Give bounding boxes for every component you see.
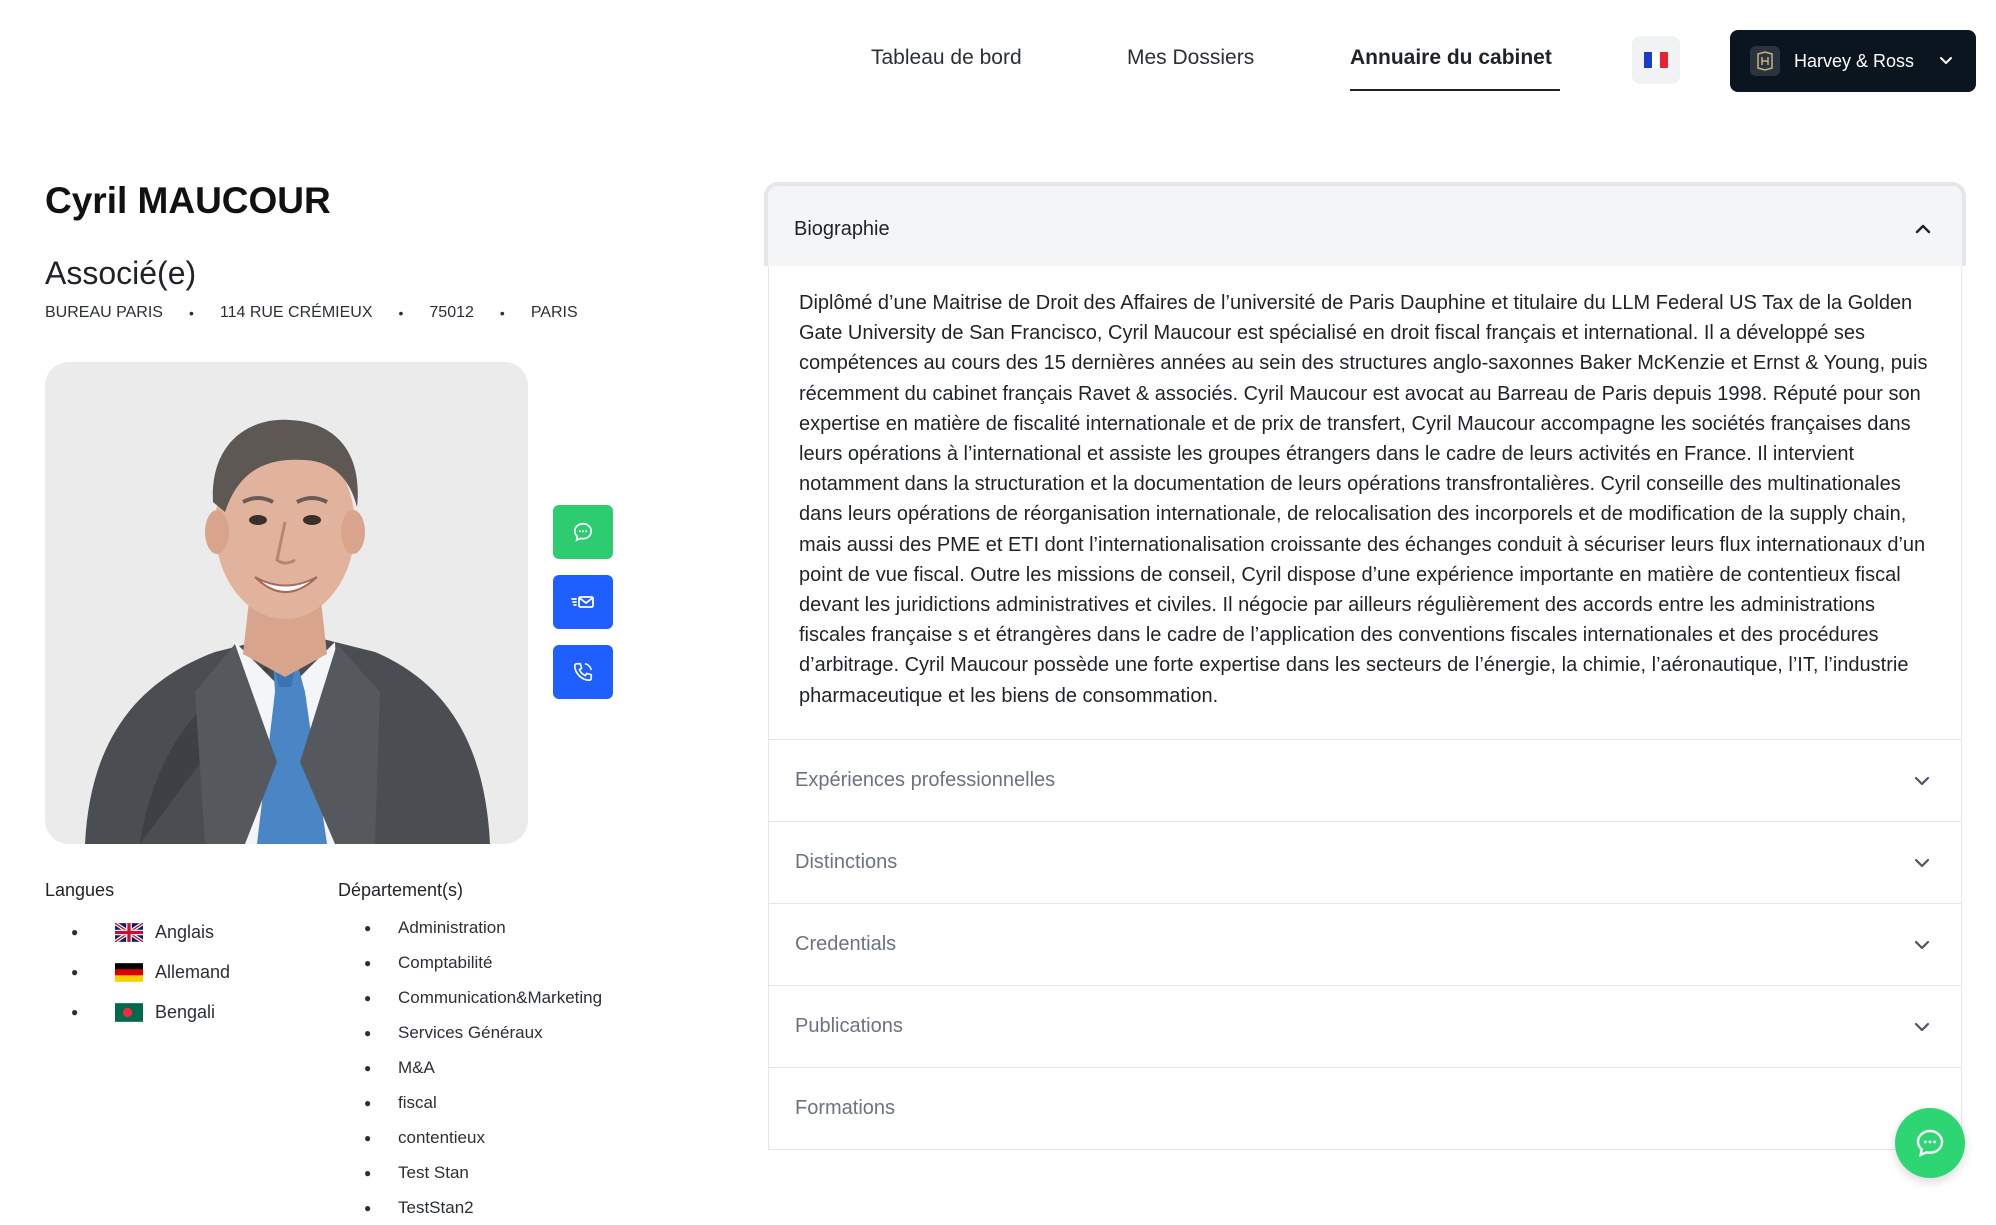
list-item: ● M&A xyxy=(364,1057,435,1077)
list-item: ● Anglais xyxy=(71,921,215,942)
list-item: ● Communication&Marketing xyxy=(364,987,603,1007)
top-navigation: Tableau de bord Mes Dossiers Annuaire du… xyxy=(0,0,1996,120)
email-icon xyxy=(571,596,594,608)
language-label: Allemand xyxy=(155,961,231,982)
bangladesh-flag-icon xyxy=(115,1002,143,1022)
language-switcher[interactable] xyxy=(1632,36,1680,84)
language-label: Anglais xyxy=(155,921,215,942)
accordion-title: Distinctions xyxy=(795,850,898,873)
list-item: ● TestStan2 xyxy=(364,1197,474,1217)
departments-title: Département(s) xyxy=(338,880,464,900)
firm-name: Harvey & Ross xyxy=(1794,50,1915,71)
department-label: fiscal xyxy=(398,1092,437,1112)
department-label: TestStan2 xyxy=(398,1197,474,1217)
list-item: ● Allemand xyxy=(71,961,231,982)
chevron-down-icon xyxy=(1914,858,1930,867)
list-item: ● Administration xyxy=(364,917,506,937)
chevron-down-icon xyxy=(1914,776,1930,785)
chat-bubble-icon xyxy=(573,522,593,542)
department-label: Services Généraux xyxy=(398,1022,543,1042)
france-flag-icon xyxy=(1644,52,1668,68)
accordion-title: Expériences professionnelles xyxy=(795,768,1056,791)
list-item: ● Test Stan xyxy=(364,1162,469,1182)
chevron-up-icon xyxy=(1915,224,1931,234)
uk-flag-icon xyxy=(115,922,143,942)
accordion-header-publications[interactable]: Publications xyxy=(768,985,1962,1068)
language-label: Bengali xyxy=(155,1001,216,1022)
list-item: ● fiscal xyxy=(364,1092,437,1112)
accordion-title: Biographie xyxy=(794,218,890,240)
nav-link-firm-directory[interactable]: Annuaire du cabinet xyxy=(1350,46,1552,70)
departments-list: ● Administration ● Comptabilité ● Communica… xyxy=(338,910,698,1225)
biography-text: Diplômé d’une Maitrise de Droit des Affa… xyxy=(768,266,1962,739)
profile-accordion: Biographie Diplômé d’une Maitrise de Dro… xyxy=(764,182,1966,1150)
department-label: Comptabilité xyxy=(398,952,493,972)
department-label: contentieux xyxy=(398,1127,485,1147)
languages-list: ● Anglais ● Allemand ● Bengali xyxy=(45,912,305,1032)
nav-link-my-files[interactable]: Mes Dossiers xyxy=(1127,46,1254,70)
person-name: Cyril MAUCOUR xyxy=(45,180,331,221)
firm-selector[interactable]: Harvey & Ross xyxy=(1730,30,1976,92)
chat-bubble-icon xyxy=(1916,1129,1944,1158)
accordion-header-experiences[interactable]: Expériences professionnelles xyxy=(768,738,1962,822)
department-label: Administration xyxy=(398,917,506,937)
accordion-header-formations[interactable]: Formations xyxy=(768,1067,1962,1150)
accordion-header-biography[interactable]: Biographie xyxy=(764,182,1966,266)
accordion-title: Formations xyxy=(795,1096,896,1119)
chat-button[interactable] xyxy=(553,505,613,559)
nav-link-dashboard[interactable]: Tableau de bord xyxy=(871,46,1022,70)
chevron-down-icon xyxy=(1940,57,1952,64)
languages-title: Langues xyxy=(45,880,115,900)
address-office: BUREAU PARIS xyxy=(45,304,163,321)
active-tab-underline xyxy=(1350,89,1560,91)
firm-logo-icon xyxy=(1750,46,1780,76)
accordion-header-distinctions[interactable]: Distinctions xyxy=(768,821,1962,904)
address-separator: • xyxy=(188,305,194,321)
address-street: 114 RUE CRÉMIEUX xyxy=(219,304,373,321)
department-label: M&A xyxy=(398,1057,435,1077)
list-item: ● Bengali xyxy=(71,1001,216,1022)
address-postcode: 75012 xyxy=(429,304,474,321)
chevron-down-icon xyxy=(1914,940,1930,949)
profile-photo xyxy=(45,362,528,844)
phone-button[interactable] xyxy=(553,645,613,699)
list-item: ● contentieux xyxy=(364,1127,485,1147)
address-separator: • xyxy=(398,305,404,321)
chevron-down-icon xyxy=(1914,1022,1930,1031)
office-address: BUREAU PARIS • 114 RUE CRÉMIEUX • 75012 … xyxy=(45,304,578,322)
floating-chat-button[interactable] xyxy=(1895,1108,1965,1178)
accordion-title: Publications xyxy=(795,1014,903,1037)
list-item: ● Comptabilité xyxy=(364,952,493,972)
address-city: PARIS xyxy=(530,304,578,321)
accordion-title: Credentials xyxy=(795,932,897,955)
address-separator: • xyxy=(499,305,505,321)
email-button[interactable] xyxy=(553,575,613,629)
department-label: Communication&Marketing xyxy=(398,987,603,1007)
department-label: Test Stan xyxy=(398,1162,469,1182)
phone-icon xyxy=(573,662,593,682)
accordion-header-credentials[interactable]: Credentials xyxy=(768,903,1962,986)
list-item: ● Services Généraux xyxy=(364,1022,543,1042)
person-role: Associé(e) xyxy=(45,255,197,291)
germany-flag-icon xyxy=(115,962,143,982)
